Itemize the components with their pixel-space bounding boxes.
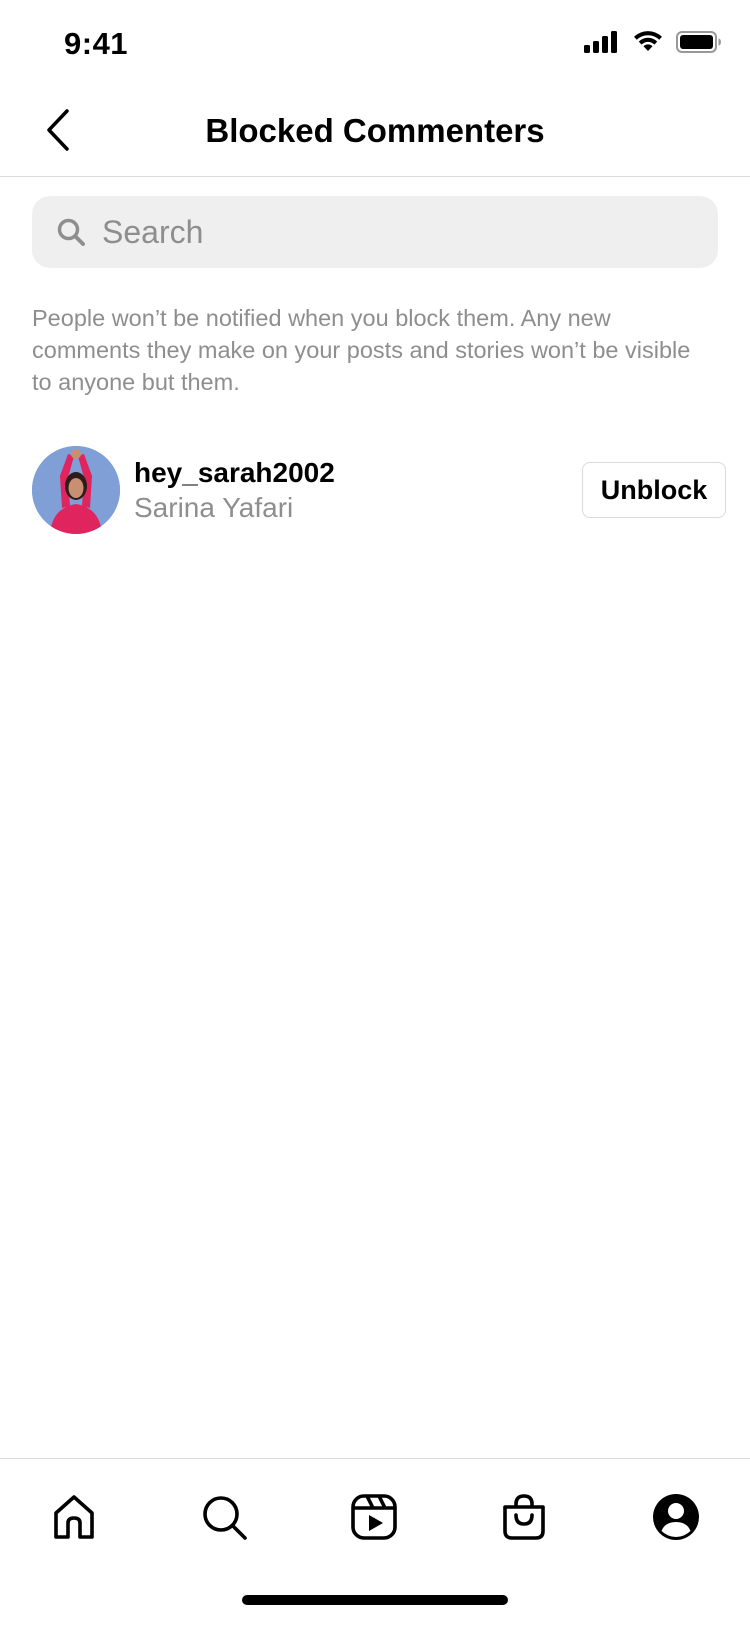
wifi-icon [632,30,664,59]
username[interactable]: hey_sarah2002 [134,456,335,490]
nav-home[interactable] [44,1489,104,1549]
nav-reels[interactable] [344,1489,404,1549]
nav-shop[interactable] [494,1489,554,1549]
search-input[interactable] [100,212,664,252]
header: Blocked Commenters [0,90,750,177]
shop-icon [500,1493,548,1546]
home-indicator [242,1595,508,1605]
profile-icon [652,1493,700,1546]
nav-search[interactable] [194,1489,254,1549]
page-title: Blocked Commenters [205,112,545,149]
user-text: hey_sarah2002 Sarina Yafari [134,456,335,526]
search-box[interactable] [32,196,718,268]
search-icon [54,215,88,249]
home-icon [50,1493,98,1546]
status-time: 9:41 [64,26,129,61]
full-name: Sarina Yafari [134,492,294,523]
avatar[interactable] [32,446,120,534]
unblock-button[interactable]: Unblock [582,462,726,518]
cellular-signal-icon [584,31,620,58]
info-text: People won’t be notified when you block … [32,305,691,395]
battery-icon [676,31,722,58]
bottom-nav [0,1458,750,1625]
search-icon [200,1493,248,1546]
status-bar: 9:41 [0,0,750,90]
reels-icon [350,1493,398,1546]
nav-profile[interactable] [646,1489,706,1549]
status-icons [584,30,722,59]
blocked-user-row: hey_sarah2002 Sarina Yafari Unblock [0,444,750,536]
